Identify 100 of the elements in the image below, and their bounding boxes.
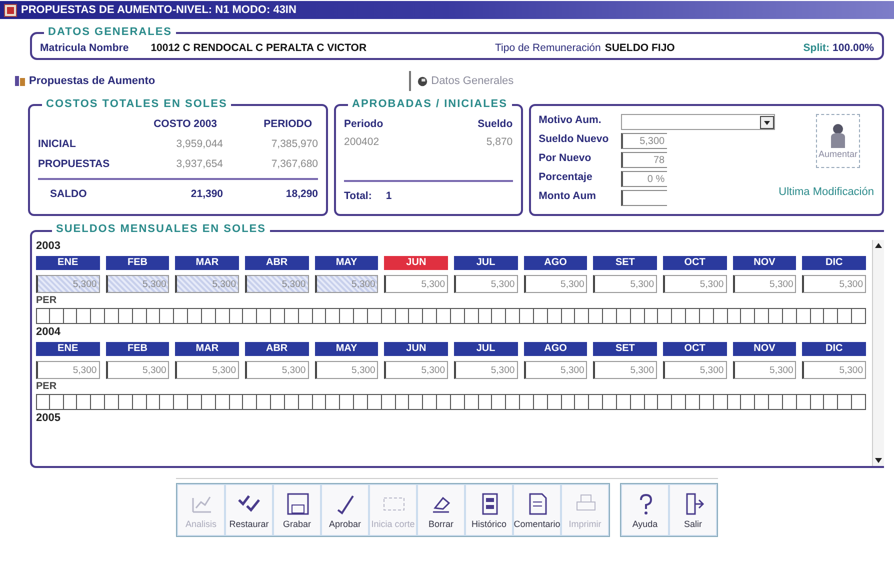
column-header: COSTO 2003 [152, 118, 218, 130]
table-cell-text: 3,959,044 [175, 138, 224, 150]
field-label: Sueldo Nuevo [538, 133, 610, 147]
window-title: PROPUESTAS DE AUMENTO-NIVEL: N1 MODO: 43IN [21, 4, 296, 16]
field-label: Tipo de Remuneración [495, 42, 601, 54]
input-field[interactable]: 5,300 [620, 133, 667, 149]
scrollbar[interactable] [872, 240, 884, 466]
panel-title: SUELDOS MENSUALES EN SOLES [52, 223, 270, 235]
month-tab[interactable]: JUL [454, 256, 518, 270]
salary-field[interactable]: 5,300 [106, 361, 170, 379]
salary-field[interactable]: 5,300 [36, 275, 100, 293]
field-label: Porcentaje [538, 171, 594, 185]
app-icon [4, 4, 17, 16]
tab[interactable]: Propuestas de Aumento [10, 71, 160, 91]
month-tab[interactable]: AGO [524, 256, 588, 270]
table-cell: 21,390 [128, 178, 224, 200]
field-label: Motivo Aum. [538, 114, 602, 128]
dropdown-icon[interactable] [760, 116, 774, 128]
month-tab[interactable]: JUL [454, 342, 518, 356]
month-tab[interactable]: ENE [36, 256, 100, 270]
field-value: 100.00% [832, 42, 874, 54]
field-label: Monto Aum [538, 190, 597, 204]
panel-title: COSTOS TOTALES EN SOLES [42, 98, 232, 110]
salary-field[interactable]: 5,300 [106, 275, 170, 293]
salary-field[interactable]: 5,300 [314, 361, 378, 379]
salary-field[interactable]: 5,300 [802, 275, 866, 293]
panel-title: DATOS GENERALES [44, 26, 176, 38]
toolbar-button[interactable]: Grabar [273, 484, 321, 536]
toolbar-button[interactable]: Salir [669, 484, 717, 536]
toolbar-button[interactable]: Histórico [465, 484, 513, 536]
toolbar-button[interactable]: Comentario [513, 484, 561, 536]
month-tab[interactable]: JUN [384, 342, 448, 356]
salary-field[interactable]: 5,300 [663, 361, 727, 379]
input-field[interactable]: 78 [620, 152, 667, 168]
month-tab[interactable]: AGO [524, 342, 588, 356]
month-tab[interactable]: ENE [36, 342, 100, 356]
field-value: 10012 C RENDOCAL C PERALTA C VICTOR [150, 42, 367, 54]
month-tab[interactable]: JUN [384, 256, 448, 270]
toolbar-button[interactable]: Aprobar [321, 484, 369, 536]
input-field[interactable] [620, 190, 667, 206]
row-label: PER [36, 381, 58, 392]
salary-field[interactable]: 5,300 [175, 361, 239, 379]
toolbar-button[interactable]: Restaurar [225, 484, 273, 536]
month-tab[interactable]: SET [593, 342, 657, 356]
row-label: INICIAL [38, 138, 77, 150]
salary-field[interactable]: 5,300 [802, 361, 866, 379]
salary-field[interactable]: 5,300 [314, 275, 378, 293]
month-tab[interactable]: NOV [732, 256, 796, 270]
toolbar-button[interactable]: Borrar [417, 484, 465, 536]
column-header: Periodo [344, 118, 384, 130]
salary-field[interactable]: 5,300 [524, 275, 588, 293]
month-tab[interactable]: MAR [175, 256, 239, 270]
salary-field[interactable]: 5,300 [454, 275, 518, 293]
month-tab[interactable]: ABR [245, 342, 309, 356]
total-label: Total: [344, 190, 372, 202]
salary-field[interactable]: 5,300 [36, 361, 100, 379]
salary-field[interactable]: 5,300 [593, 275, 657, 293]
table-cell-text: 200402 [344, 136, 380, 148]
tab[interactable]: Datos Generales [409, 71, 518, 91]
salary-field[interactable]: 5,300 [454, 361, 518, 379]
last-modified-label: Ultima Modificación [778, 186, 874, 198]
month-tab[interactable]: FEB [106, 256, 170, 270]
raise-button[interactable]: Aumentar [816, 114, 860, 168]
year-label: 2003 [36, 240, 62, 254]
month-tab[interactable]: MAR [175, 342, 239, 356]
month-tab[interactable]: MAY [314, 342, 378, 356]
salary-field[interactable]: 5,300 [384, 275, 448, 293]
toolbar-button[interactable]: Ayuda [621, 484, 669, 536]
input-field[interactable]: 0 % [620, 171, 667, 187]
salary-field[interactable]: 5,300 [524, 361, 588, 379]
total-value: 1 [386, 190, 392, 202]
row-label: SALDO [38, 178, 128, 200]
field-value: SUELDO FIJO [604, 42, 675, 54]
salary-field[interactable]: 5,300 [175, 275, 239, 293]
salary-field[interactable]: 5,300 [245, 361, 309, 379]
month-tab[interactable]: DIC [802, 342, 866, 356]
field-label: Split: [803, 42, 830, 54]
salary-field[interactable]: 5,300 [732, 275, 796, 293]
month-tab[interactable]: NOV [732, 342, 796, 356]
month-tab[interactable]: OCT [663, 256, 727, 270]
month-tab[interactable]: SET [593, 256, 657, 270]
month-tab[interactable]: MAY [314, 256, 378, 270]
table-cell: 18,290 [223, 178, 318, 200]
salary-field[interactable]: 5,300 [663, 275, 727, 293]
month-tab[interactable]: ABR [245, 256, 309, 270]
field-label: Por Nuevo [538, 152, 592, 166]
row-label: PER [36, 295, 58, 306]
salary-field[interactable]: 5,300 [732, 361, 796, 379]
column-header: PERIODO [262, 118, 314, 130]
column-header: Sueldo [476, 118, 513, 130]
salary-field[interactable]: 5,300 [245, 275, 309, 293]
month-tab[interactable]: FEB [106, 342, 170, 356]
month-tab[interactable]: OCT [663, 342, 727, 356]
dropdown-field[interactable] [620, 114, 775, 130]
month-tab[interactable]: DIC [802, 256, 866, 270]
salary-field[interactable]: 5,300 [384, 361, 448, 379]
person-icon [828, 123, 848, 149]
salary-field[interactable]: 5,300 [593, 361, 657, 379]
table-cell-text: 5,870 [485, 136, 513, 148]
table-cell-text: 7,385,970 [270, 138, 318, 150]
